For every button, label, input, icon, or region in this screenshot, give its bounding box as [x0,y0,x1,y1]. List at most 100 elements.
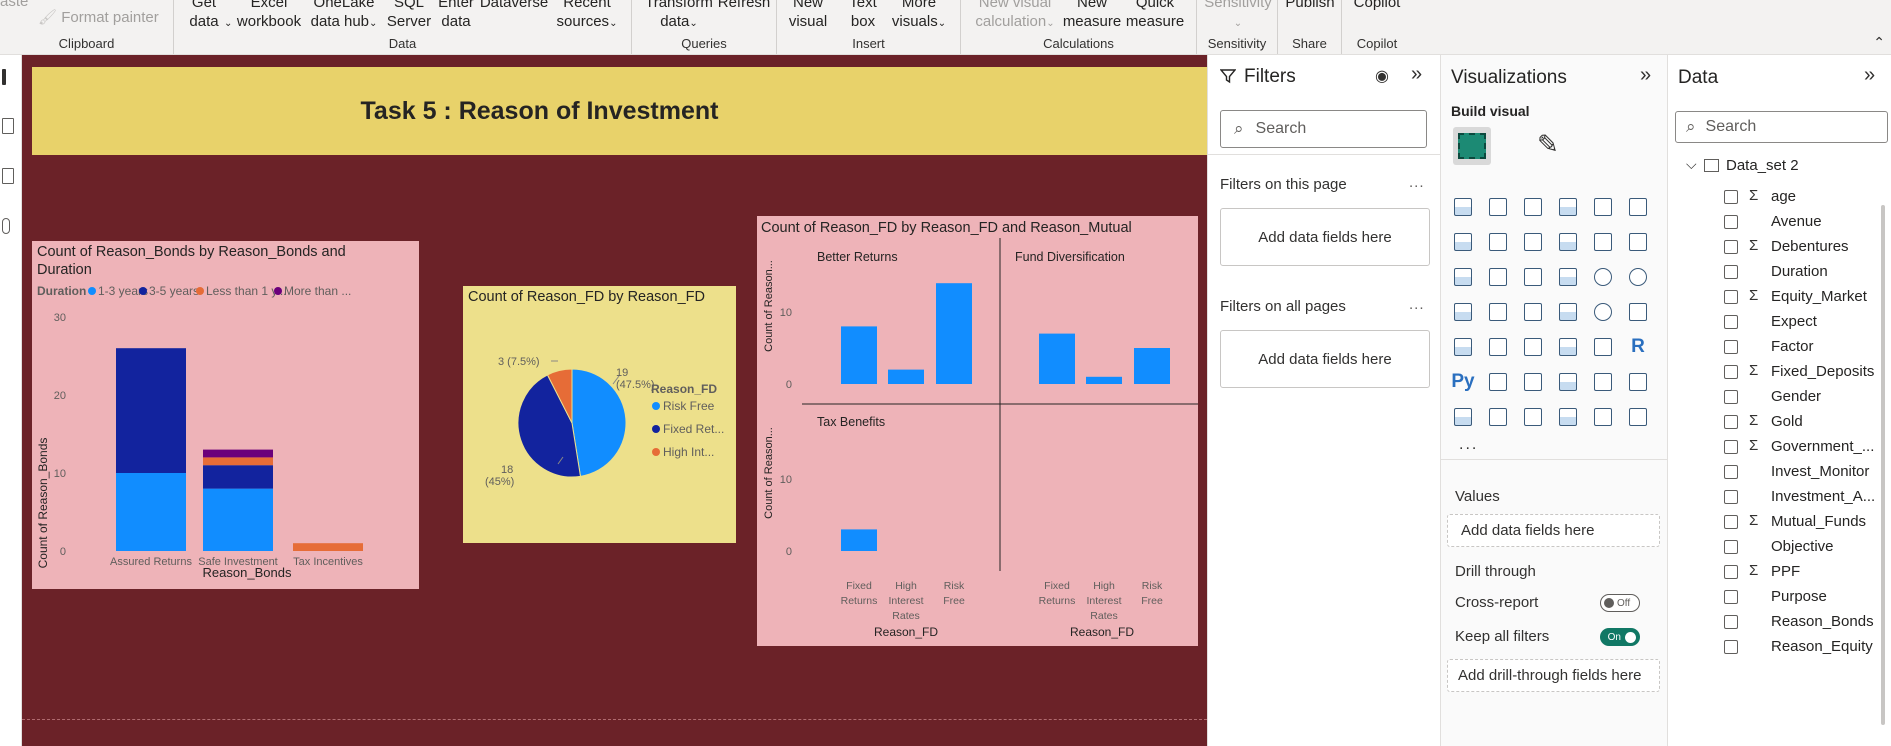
goals-icon[interactable] [1625,369,1651,395]
collapse-pane-icon[interactable]: » [1411,63,1422,86]
build-visual-tab[interactable] [1453,127,1491,165]
get-data-button[interactable]: Get data ⌄ [184,0,232,33]
new-visual-button[interactable]: New visual [783,0,833,31]
transform-data-button[interactable]: Transform data⌄ [644,0,714,33]
more-options-icon[interactable]: ... [1409,296,1425,313]
slicer-icon[interactable] [1520,334,1546,360]
page-filters-dropzone[interactable]: Add data fields here [1220,208,1430,266]
kpi-icon[interactable] [1485,334,1511,360]
card-icon[interactable] [1625,299,1651,325]
100-stacked-bar-icon[interactable] [1590,194,1616,220]
field-checkbox[interactable] [1724,515,1738,529]
visual-bonds-bar[interactable]: Count of Reason_Bonds by Reason_Bonds an… [32,241,419,589]
line-chart-icon[interactable] [1450,229,1476,255]
collapse-ribbon-icon[interactable]: ⌃ [1873,34,1885,51]
line-clustered-column-icon[interactable] [1625,229,1651,255]
new-visual-calculation-button[interactable]: New visual calculation⌄ [969,0,1061,33]
paginated-report-icon[interactable] [1450,404,1476,430]
filters-search-input[interactable]: ⌕ Search [1220,110,1427,148]
decomposition-tree-icon[interactable] [1520,369,1546,395]
sensitivity-button[interactable]: Sensitivity ⌄ [1201,0,1275,33]
field-checkbox[interactable] [1724,640,1738,654]
field-checkbox[interactable] [1724,290,1738,304]
model-view-icon[interactable] [2,168,14,184]
sql-server-button[interactable]: SQL Server [384,0,434,31]
field-checkbox[interactable] [1724,415,1738,429]
field-checkbox[interactable] [1724,265,1738,279]
power-automate-icon[interactable] [1590,404,1616,430]
format-visual-icon[interactable]: ✎ [1537,129,1559,160]
azure-map-icon[interactable] [1555,299,1581,325]
visual-fd-mutual[interactable]: Count of Reason_FD by Reason_FD and Reas… [757,216,1198,646]
field-checkbox[interactable] [1724,315,1738,329]
more-options-icon[interactable]: ... [1409,174,1425,191]
field-checkbox[interactable] [1724,540,1738,554]
recent-sources-button[interactable]: Recent sources⌄ [552,0,622,33]
field-checkbox[interactable] [1724,490,1738,504]
power-apps-icon[interactable] [1555,404,1581,430]
gauge-icon[interactable] [1590,299,1616,325]
keep-all-filters-toggle[interactable]: On [1600,628,1640,646]
narrative-icon[interactable] [1590,369,1616,395]
stacked-bar-chart-icon[interactable] [1450,194,1476,220]
collapse-pane-icon[interactable]: » [1640,64,1651,87]
all-pages-filters-dropzone[interactable]: Add data fields here [1220,330,1430,388]
table-icon[interactable] [1555,334,1581,360]
field-checkbox[interactable] [1724,340,1738,354]
ribbon-chart-icon[interactable] [1450,264,1476,290]
scatter-chart-icon[interactable] [1555,264,1581,290]
report-view-icon[interactable] [2,69,6,85]
filled-map-icon[interactable] [1520,299,1546,325]
onelake-data-hub-button[interactable]: OneLake data hub⌄ [304,0,384,33]
field-checkbox[interactable] [1724,565,1738,579]
collapse-pane-icon[interactable]: » [1864,64,1875,87]
more-visuals-icon[interactable]: ... [1459,436,1478,454]
text-box-button[interactable]: Text box [843,0,883,31]
python-visual-icon[interactable]: Py [1450,369,1476,395]
field-checkbox[interactable] [1724,240,1738,254]
field-checkbox[interactable] [1724,465,1738,479]
qa-icon[interactable] [1555,369,1581,395]
dax-query-icon[interactable] [2,218,10,234]
format-painter-button[interactable]: 🖌 Format painter [38,8,159,27]
stacked-column-chart-icon[interactable] [1485,194,1511,220]
card-new-icon[interactable] [1485,404,1511,430]
stacked-area-icon[interactable] [1520,229,1546,255]
map-icon[interactable] [1485,299,1511,325]
table-name[interactable]: Data_set 2 [1726,157,1799,174]
funnel-chart-icon[interactable] [1520,264,1546,290]
excel-workbook-button[interactable]: Excel workbook [234,0,304,31]
field-checkbox[interactable] [1724,390,1738,404]
multi-row-card-icon[interactable] [1450,334,1476,360]
clustered-bar-chart-icon[interactable] [1520,194,1546,220]
scrollbar[interactable] [1881,205,1885,725]
line-stacked-column-icon[interactable] [1590,229,1616,255]
visual-fd-pie[interactable]: Count of Reason_FD by Reason_FD 19 (47.5… [463,286,736,543]
table-view-icon[interactable] [2,118,14,134]
treemap-icon[interactable] [1450,299,1476,325]
eye-icon[interactable]: ◉ [1375,66,1389,86]
arrow-chevron-icon[interactable] [1625,404,1651,430]
publish-button[interactable]: Publish [1282,0,1338,12]
donut-chart-icon[interactable] [1625,264,1651,290]
pie-chart-icon[interactable] [1590,264,1616,290]
button-slicer-icon[interactable] [1520,404,1546,430]
key-influencers-icon[interactable] [1485,369,1511,395]
field-checkbox[interactable] [1724,590,1738,604]
matrix-icon[interactable] [1590,334,1616,360]
quick-measure-button[interactable]: Quick measure [1123,0,1187,31]
dataverse-button[interactable]: Dataverse [479,0,549,12]
cross-report-toggle[interactable]: Off [1600,594,1640,612]
field-checkbox[interactable] [1724,615,1738,629]
field-checkbox[interactable] [1724,365,1738,379]
refresh-button[interactable]: Refresh [714,0,774,12]
100-stacked-column-icon[interactable] [1625,194,1651,220]
field-checkbox[interactable] [1724,215,1738,229]
area-chart-icon[interactable] [1485,229,1511,255]
drill-through-dropzone[interactable]: Add drill-through fields here [1447,659,1660,692]
enter-data-button[interactable]: Enter data [436,0,476,31]
100-stacked-area-icon[interactable] [1555,229,1581,255]
clustered-column-chart-icon[interactable] [1555,194,1581,220]
field-item[interactable]: Reason_Equity [1668,632,1888,662]
more-visuals-button[interactable]: More visuals⌄ [887,0,951,33]
